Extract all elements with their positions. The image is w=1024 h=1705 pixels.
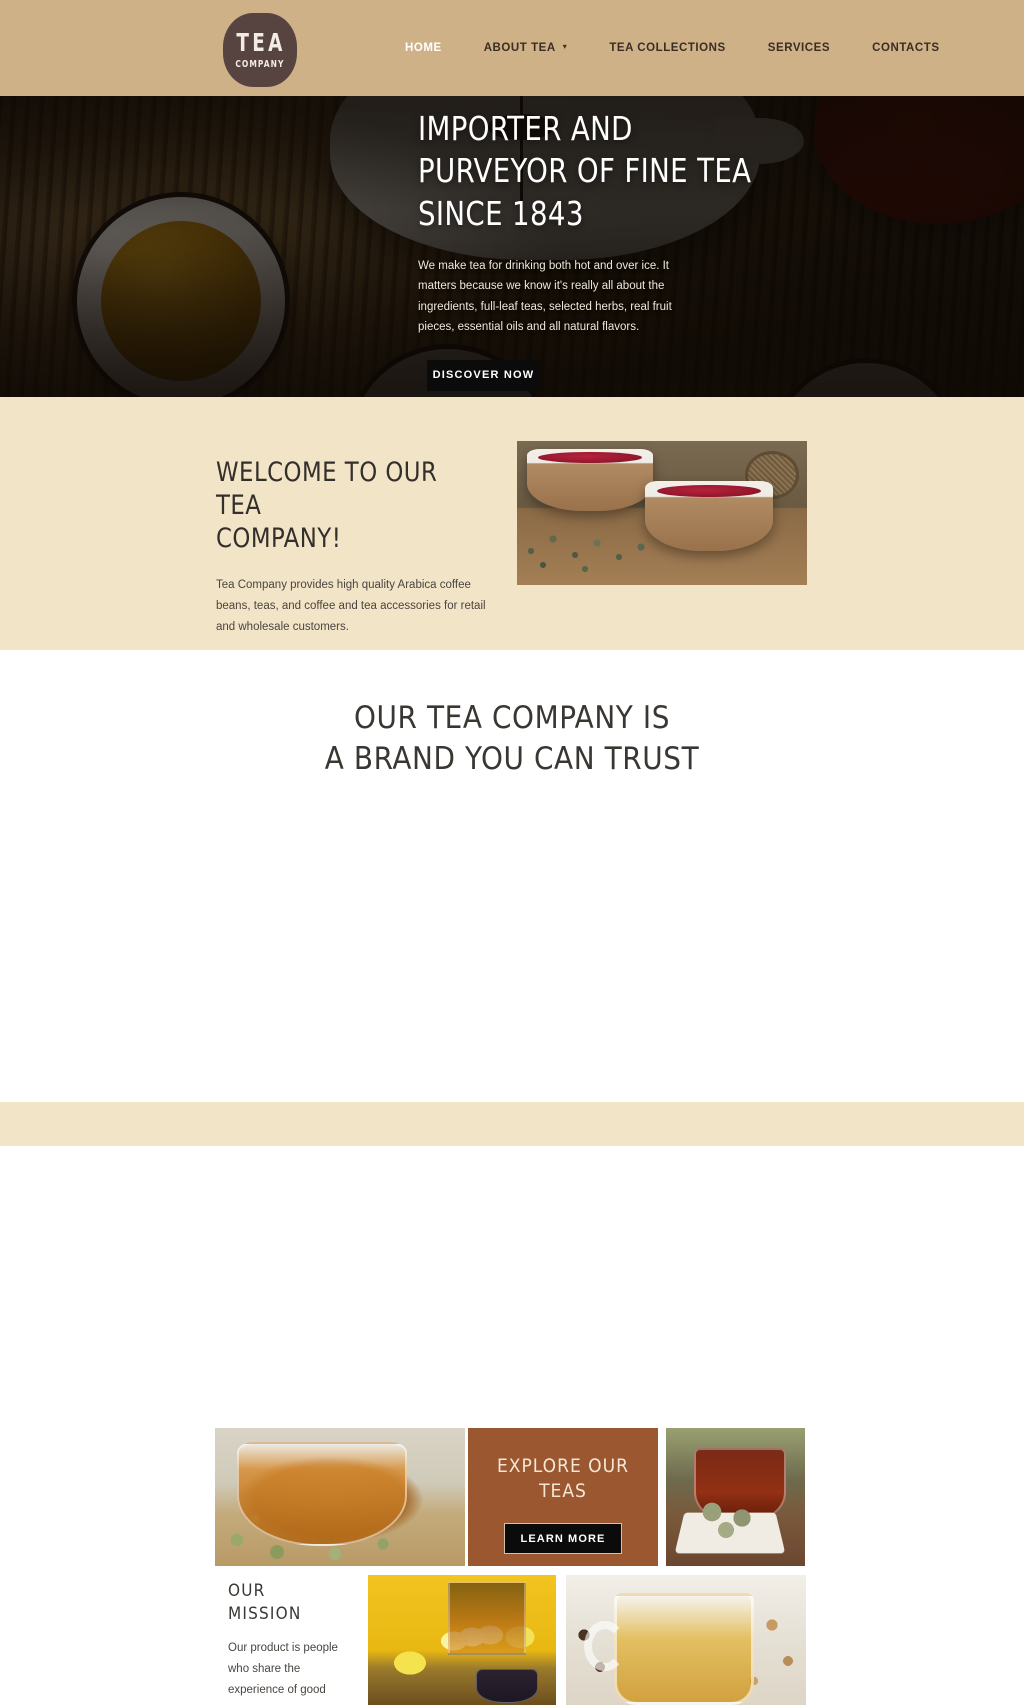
tile-1-glass-bowl [237,1442,407,1546]
tile-6-glass-mug [614,1593,754,1705]
welcome-paragraph: Tea Company provides high quality Arabic… [216,578,486,634]
trust-section: OUR TEA COMPANY IS A BRAND YOU CAN TRUST… [0,650,1024,1705]
site-logo[interactable]: TEA COMPANY [223,13,297,87]
hero-content: IMPORTER AND PURVEYOR OF FINE TEA SINCE … [418,96,848,397]
welcome-title: WELCOME TO OUR TEA COMPANY! [216,457,472,556]
explore-title-line-1: EXPLORE OUR [496,1455,630,1477]
welcome-section: WELCOME TO OUR TEA COMPANY! Tea Company … [0,397,1024,650]
hero-title: IMPORTER AND PURVEYOR OF FINE TEA SINCE … [418,108,818,235]
welcome-bowl-back [527,449,653,511]
hero-title-line-1: IMPORTER AND [418,109,633,149]
footer-band [0,1102,1024,1146]
explore-our-teas-panel: EXPLORE OUR TEAS LEARN MORE [468,1428,658,1566]
welcome-title-line-1: WELCOME TO OUR TEA [216,457,438,521]
mission-paragraph: Our product is people who share the expe… [228,1641,338,1696]
nav-item-contacts-label: CONTACTS [872,42,940,54]
welcome-loose-tea-leaves [517,521,677,577]
nav-item-about-tea-label: ABOUT TEA [483,42,556,54]
tile-6-mug-handle [584,1621,626,1671]
trust-title-line-1: OUR TEA COMPANY IS [353,700,671,736]
tile-glass-bowl-of-tea-with-linden-flowers[interactable] [215,1428,465,1566]
site-header: TEA COMPANY HOME ABOUT TEA ▾ TEA COLLECT… [0,0,1024,96]
logo-main-text: TEA [236,28,287,58]
nav-item-contacts[interactable]: CONTACTS [872,38,939,58]
tile-blooming-tea-balls-in-white-dish[interactable] [666,1428,805,1566]
hero-title-line-2: PURVEYOR OF FINE TEA [418,151,752,191]
tile-lemons-and-tea-on-yellow-background[interactable] [368,1575,556,1705]
tile-5-tea-glass [448,1581,526,1655]
trust-title: OUR TEA COMPANY IS A BRAND YOU CAN TRUST [0,650,1024,780]
explore-title: EXPLORE OUR TEAS [468,1454,658,1503]
logo-sub-text: COMPANY [235,59,285,71]
main-navigation: HOME ABOUT TEA ▾ TEA COLLECTIONS SERVICE… [405,0,940,96]
our-mission-block: OUR MISSION Our product is people who sh… [228,1580,368,1700]
nav-item-services-label: SERVICES [767,42,831,54]
nav-item-tea-collections-label: TEA COLLECTIONS [609,42,726,54]
mission-title: OUR MISSION [228,1580,368,1626]
tile-3-tea-balls [692,1496,772,1538]
trust-title-line-2: A BRAND YOU CAN TRUST [324,741,700,778]
chevron-down-icon: ▾ [562,42,568,51]
discover-now-button[interactable]: DISCOVER NOW [427,359,540,391]
hero-section: IMPORTER AND PURVEYOR OF FINE TEA SINCE … [0,96,1024,397]
tile-5-dark-bowl [476,1669,538,1703]
welcome-image [517,441,807,585]
mission-title-line-1: OUR [228,1581,266,1601]
welcome-text-block: WELCOME TO OUR TEA COMPANY! Tea Company … [216,457,488,639]
learn-more-button[interactable]: LEARN MORE [504,1523,622,1555]
tile-glass-mug-of-yellow-herbal-tea[interactable] [566,1575,806,1705]
nav-item-home[interactable]: HOME [405,38,442,58]
nav-item-about-tea[interactable]: ABOUT TEA ▾ [484,38,568,58]
mission-title-line-2: MISSION [228,1603,302,1624]
nav-item-home-label: HOME [405,42,442,54]
nav-item-tea-collections[interactable]: TEA COLLECTIONS [609,38,725,58]
nav-item-services[interactable]: SERVICES [768,38,830,58]
explore-title-line-2: TEAS [539,1479,587,1502]
hero-paragraph: We make tea for drinking both hot and ov… [418,259,672,334]
welcome-title-line-2: COMPANY! [216,522,342,554]
hero-title-line-3: SINCE 1843 [418,193,584,233]
